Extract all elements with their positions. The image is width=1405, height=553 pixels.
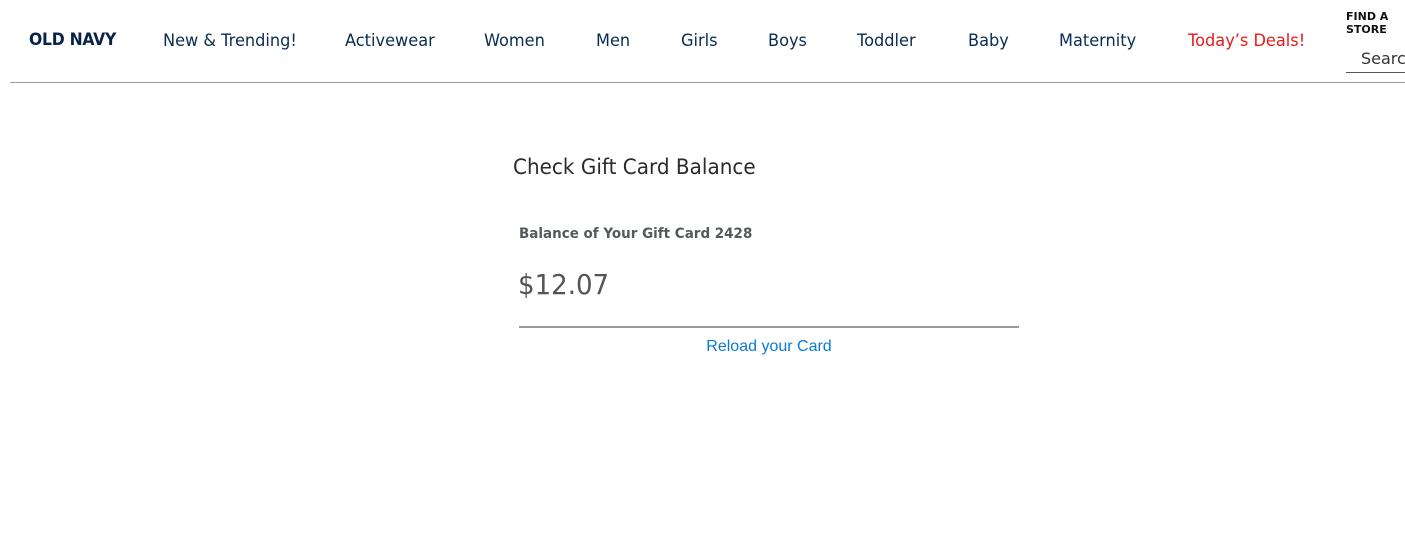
nav-item-boys[interactable]: Boys (768, 31, 807, 50)
nav-item-todays-deals[interactable]: Today’s Deals! (1188, 31, 1305, 50)
balance-divider (519, 326, 1019, 328)
search-input[interactable] (1346, 44, 1405, 70)
nav-item-baby[interactable]: Baby (968, 31, 1009, 50)
nav-item-new-trending[interactable]: New & Trending! (163, 31, 297, 50)
search-box (1346, 44, 1405, 73)
nav-item-activewear[interactable]: Activewear (345, 31, 435, 50)
header-divider (10, 82, 1405, 83)
nav-item-toddler[interactable]: Toddler (857, 31, 916, 50)
find-a-store-link[interactable]: FIND A STORE (1346, 10, 1396, 36)
reload-card-link[interactable]: Reload your Card (519, 338, 1019, 356)
old-navy-logo[interactable]: OLD NAVY (29, 30, 116, 50)
nav-item-men[interactable]: Men (596, 31, 630, 50)
nav-item-maternity[interactable]: Maternity (1059, 31, 1136, 50)
nav-item-girls[interactable]: Girls (681, 31, 718, 50)
balance-amount: $12.07 (518, 268, 610, 301)
nav-item-women[interactable]: Women (484, 31, 545, 50)
site-header: OLD NAVY New & Trending! Activewear Wome… (0, 0, 1405, 82)
balance-label: Balance of Your Gift Card 2428 (519, 226, 753, 242)
page-title: Check Gift Card Balance (513, 155, 756, 180)
